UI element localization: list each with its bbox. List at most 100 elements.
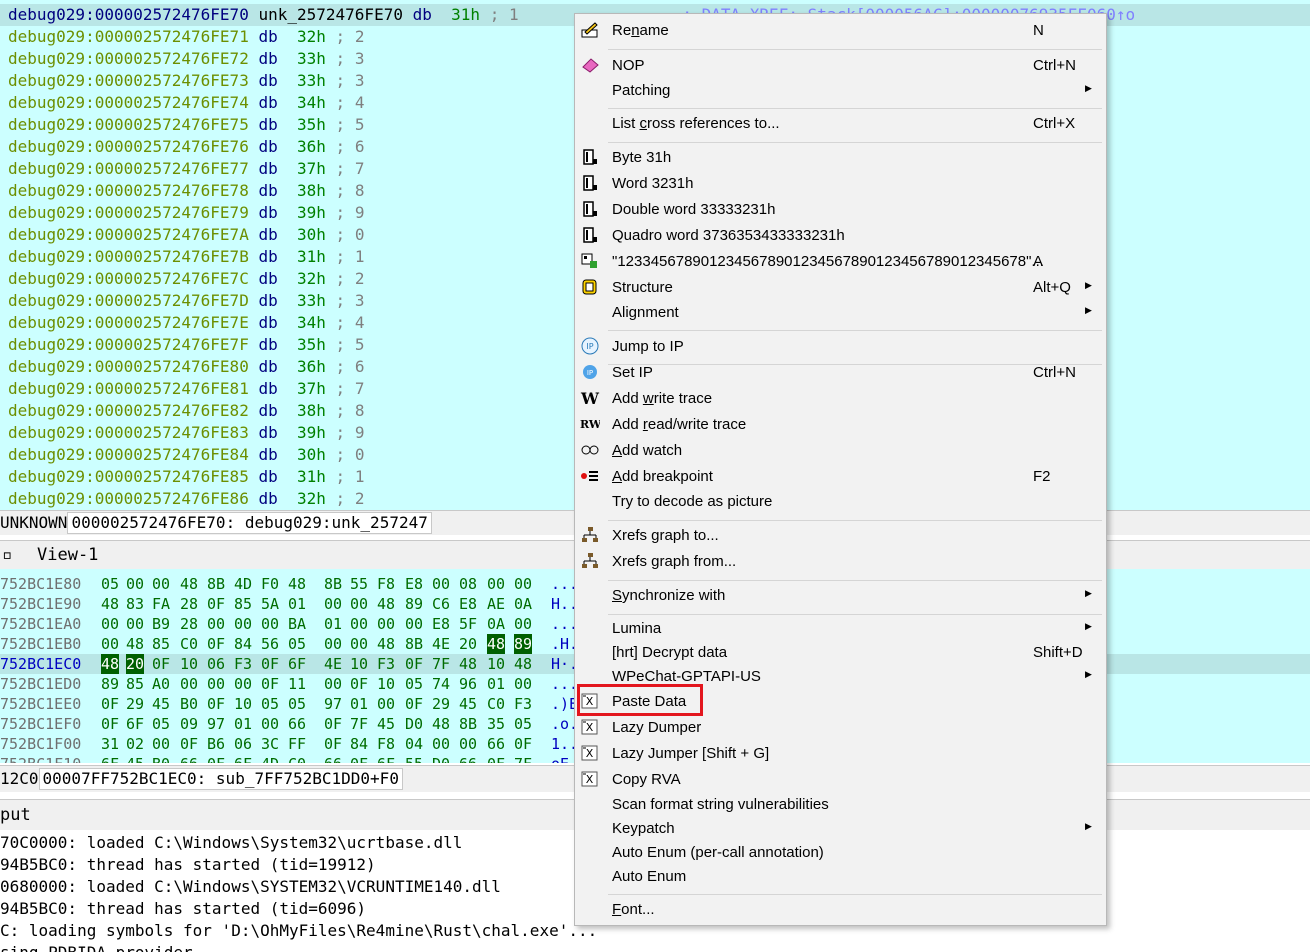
hex-byte[interactable]: 4E	[432, 634, 450, 654]
hex-byte[interactable]: 0F	[207, 754, 225, 763]
hex-byte[interactable]: 0F	[207, 634, 225, 654]
hex-byte[interactable]: 83	[126, 594, 144, 614]
hex-byte[interactable]: 00	[126, 614, 144, 634]
hex-byte[interactable]: 01	[324, 614, 342, 634]
disasm-line[interactable]: debug029:000002572476FE77 db 37h ; 7	[8, 158, 364, 180]
disasm-line[interactable]: debug029:000002572476FE7D db 33h ; 3	[8, 290, 364, 312]
hex-byte[interactable]: 00	[152, 734, 170, 754]
hex-byte[interactable]: 00	[207, 674, 225, 694]
hex-byte[interactable]: 00	[487, 574, 505, 594]
hex-byte[interactable]: 00	[459, 734, 477, 754]
hex-byte[interactable]: 10	[377, 674, 395, 694]
hex-byte[interactable]: 02	[126, 734, 144, 754]
hex-byte[interactable]: 29	[432, 694, 450, 714]
hex-byte[interactable]: 48	[101, 594, 119, 614]
hex-byte[interactable]: 6F	[377, 754, 395, 763]
hex-byte[interactable]: 66	[288, 714, 306, 734]
hex-byte[interactable]: 00	[324, 594, 342, 614]
hex-byte[interactable]: 01	[350, 694, 368, 714]
hex-byte[interactable]: BA	[288, 614, 306, 634]
hex-byte[interactable]: 45	[126, 754, 144, 763]
hex-byte[interactable]: 05	[514, 714, 532, 734]
hex-byte[interactable]: 48	[514, 654, 532, 674]
hex-byte[interactable]: C6	[432, 594, 450, 614]
hex-byte[interactable]: 00	[101, 634, 119, 654]
hex-byte[interactable]: 00	[350, 614, 368, 634]
hex-byte[interactable]: 01	[487, 674, 505, 694]
hex-byte[interactable]: 0F	[514, 734, 532, 754]
hex-byte[interactable]: 00	[350, 594, 368, 614]
hex-byte[interactable]: 4D	[234, 574, 252, 594]
disasm-line[interactable]: debug029:000002572476FE73 db 33h ; 3	[8, 70, 364, 92]
hex-byte[interactable]: F3	[377, 654, 395, 674]
hex-byte[interactable]: 48	[377, 634, 395, 654]
hex-byte[interactable]: 45	[377, 714, 395, 734]
hex-byte[interactable]: 8B	[405, 634, 423, 654]
hex-byte[interactable]: 0F	[261, 674, 279, 694]
hex-byte[interactable]: 45	[459, 694, 477, 714]
hex-byte[interactable]: 0F	[152, 654, 170, 674]
hex-byte[interactable]: 0F	[405, 694, 423, 714]
hex-byte[interactable]: 0F	[324, 734, 342, 754]
hex-byte[interactable]: 7F	[432, 654, 450, 674]
hex-byte[interactable]: F8	[377, 734, 395, 754]
hex-byte[interactable]: 48	[487, 634, 506, 654]
hex-byte[interactable]: 48	[101, 654, 120, 674]
hex-byte[interactable]: B6	[207, 734, 225, 754]
hex-byte[interactable]: 00	[101, 614, 119, 634]
hex-byte[interactable]: 5A	[261, 594, 279, 614]
hex-byte[interactable]: 29	[126, 694, 144, 714]
hex-byte[interactable]: 89	[405, 594, 423, 614]
hex-byte[interactable]: 00	[432, 734, 450, 754]
hex-byte[interactable]: 00	[377, 614, 395, 634]
disasm-line[interactable]: debug029:000002572476FE7F db 35h ; 5	[8, 334, 364, 356]
hex-byte[interactable]: 85	[234, 594, 252, 614]
disasm-line[interactable]: debug029:000002572476FE78 db 38h ; 8	[8, 180, 364, 202]
hex-byte[interactable]: 8B	[207, 574, 225, 594]
hex-byte[interactable]: 08	[459, 574, 477, 594]
hex-byte[interactable]: 48	[459, 654, 477, 674]
hex-byte[interactable]: 0A	[514, 594, 532, 614]
hex-byte[interactable]: 97	[207, 714, 225, 734]
hex-byte[interactable]: 00	[514, 614, 532, 634]
hex-byte[interactable]: 4D	[261, 754, 279, 763]
disasm-line[interactable]: debug029:000002572476FE84 db 30h ; 0	[8, 444, 364, 466]
hex-byte[interactable]: 00	[261, 614, 279, 634]
hex-byte[interactable]: 05	[152, 714, 170, 734]
hex-byte[interactable]: 00	[377, 694, 395, 714]
hex-byte[interactable]: B9	[152, 614, 170, 634]
hex-byte[interactable]: 00	[350, 634, 368, 654]
hex-byte[interactable]: 00	[324, 674, 342, 694]
hex-byte[interactable]: 66	[180, 754, 198, 763]
hex-byte[interactable]: 74	[432, 674, 450, 694]
hex-byte[interactable]: A0	[152, 674, 170, 694]
hex-byte[interactable]: B0	[152, 754, 170, 763]
disasm-line[interactable]: debug029:000002572476FE71 db 32h ; 2	[8, 26, 364, 48]
hex-byte[interactable]: 97	[324, 694, 342, 714]
hex-byte[interactable]: 00	[432, 574, 450, 594]
hex-byte[interactable]: 0F	[350, 674, 368, 694]
hex-byte[interactable]: 0F	[405, 654, 423, 674]
hex-byte[interactable]: 66	[324, 754, 342, 763]
hex-byte[interactable]: 00	[234, 614, 252, 634]
hex-byte[interactable]: 28	[180, 614, 198, 634]
hex-byte[interactable]: F3	[234, 654, 252, 674]
hex-byte[interactable]: 0F	[487, 754, 505, 763]
hex-byte[interactable]: 00	[261, 714, 279, 734]
hex-byte[interactable]: B0	[180, 694, 198, 714]
hex-byte[interactable]: C0	[288, 754, 306, 763]
hex-byte[interactable]: 20	[459, 634, 477, 654]
hex-byte[interactable]: 84	[350, 734, 368, 754]
hex-byte[interactable]: 04	[405, 734, 423, 754]
hex-byte[interactable]: 00	[514, 674, 532, 694]
hex-byte[interactable]: 85	[152, 634, 170, 654]
hex-byte[interactable]: 00	[234, 674, 252, 694]
hex-byte[interactable]: E8	[459, 594, 477, 614]
hex-byte[interactable]: 8B	[324, 574, 342, 594]
hex-byte[interactable]: F8	[377, 574, 395, 594]
hex-byte[interactable]: 66	[459, 754, 477, 763]
hex-byte[interactable]: 48	[288, 574, 306, 594]
hex-byte[interactable]: 10	[350, 654, 368, 674]
hex-byte[interactable]: 0F	[101, 694, 119, 714]
hex-byte[interactable]: D0	[432, 754, 450, 763]
